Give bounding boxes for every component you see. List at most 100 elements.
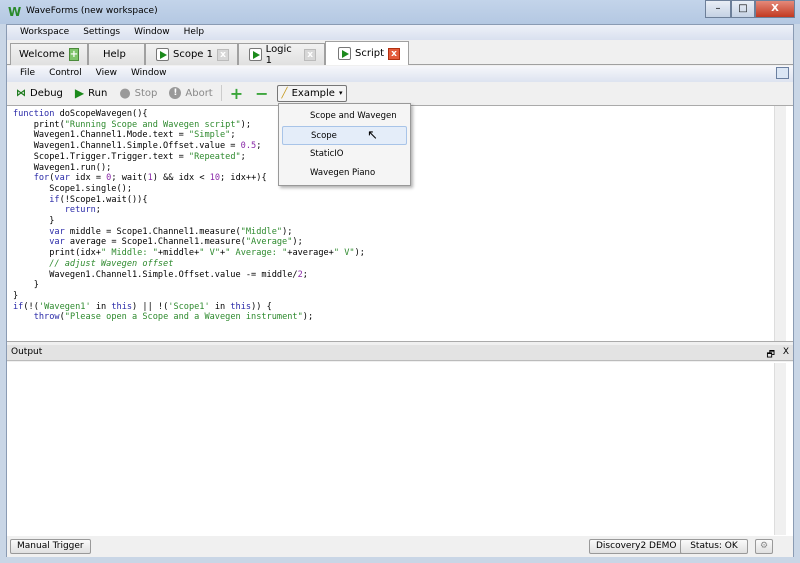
tab-help[interactable]: Help [88, 43, 145, 65]
menu-window[interactable]: Window [127, 25, 177, 40]
menu-workspace[interactable]: Workspace [13, 25, 76, 40]
example-item-wavegen-piano[interactable]: Wavegen Piano [282, 164, 407, 183]
example-item-scope[interactable]: Scope [282, 126, 407, 145]
code-token: " Average: " [225, 248, 288, 259]
code-token: Scope1.Trigger.Trigger.text = [13, 151, 189, 162]
code-token: ; wait( [111, 173, 148, 184]
editor-scrollbar[interactable] [774, 106, 786, 341]
code-token: "Repeated" [188, 151, 241, 162]
run-button[interactable]: ▶ Run [71, 86, 111, 100]
code-token: ); [302, 312, 314, 323]
code-token: this [230, 301, 252, 312]
debug-button[interactable]: ⋈ Debug [12, 88, 67, 99]
close-tab-icon[interactable]: x [304, 48, 316, 61]
code-token: ; [95, 205, 101, 216]
menu-control[interactable]: Control [42, 66, 89, 82]
code-token: return [64, 205, 96, 216]
script-toolbar: ⋈ Debug ▶ Run ● Stop ! Abort + − ╱ Example ▾ [7, 82, 793, 104]
play-icon [156, 48, 169, 61]
code-token: idx = [69, 173, 107, 184]
code-token: if [13, 301, 24, 312]
abort-button[interactable]: ! Abort [165, 87, 216, 99]
code-line: if(!('Wavegen1' in this ) || !('Scope1' i… [13, 302, 793, 313]
code-token: ); [240, 119, 252, 130]
close-panel-icon[interactable]: X [783, 347, 789, 357]
code-token: } [13, 290, 19, 301]
menu-view[interactable]: View [89, 66, 124, 82]
plus-icon[interactable]: + [68, 48, 80, 61]
code-token: "Running Scope and Wavegen script" [64, 119, 241, 130]
close-button[interactable]: X [755, 0, 795, 18]
code-token: "Middle" [240, 226, 283, 237]
menu-window[interactable]: Window [124, 66, 174, 82]
stop-button[interactable]: ● Stop [115, 86, 161, 101]
status-button[interactable]: Status: OK [680, 539, 748, 554]
code-token: ); [292, 237, 303, 248]
manual-trigger-button[interactable]: Manual Trigger [10, 539, 91, 554]
code-token: ); [282, 226, 293, 237]
code-token: 'Wavegen1' [38, 301, 91, 312]
code-line: } [13, 280, 793, 291]
status-bar: Manual Trigger Discovery2 DEMO Status: O… [7, 536, 793, 557]
example-label: Example [291, 87, 335, 99]
example-item-staticio[interactable]: StaticIO [282, 145, 407, 164]
output-console[interactable] [7, 362, 793, 536]
code-line: var middle = Scope1.Channel1.measure("Mi… [13, 227, 793, 238]
code-token: "Average" [245, 237, 293, 248]
play-icon [338, 47, 351, 60]
tab-welcome[interactable]: Welcome + [10, 43, 88, 65]
code-token: "Please open a Scope and a Wavegen instr… [64, 312, 303, 323]
code-token: 10 [209, 173, 221, 184]
restore-panel-icon[interactable] [776, 67, 789, 79]
code-token: } [13, 280, 39, 291]
title-bar: W WaveForms (new workspace) – □ X [0, 0, 800, 24]
code-line: print(idx+" Middle: "+middle+" V"+" Aver… [13, 248, 793, 259]
code-token: ) || !( [132, 301, 169, 312]
code-line: Wavegen1.Channel1.Simple.Offset.value -=… [13, 270, 793, 281]
menu-help[interactable]: Help [177, 25, 212, 40]
code-token: if [49, 194, 60, 205]
remove-button[interactable]: − [251, 84, 272, 103]
close-tab-icon[interactable]: x [217, 48, 229, 61]
code-token: ; [302, 269, 308, 280]
code-token: throw [33, 312, 60, 323]
menu-file[interactable]: File [13, 66, 42, 82]
code-token: print(idx+ [13, 248, 101, 259]
toolbar-separator [220, 85, 222, 101]
example-dropdown[interactable]: ╱ Example ▾ [276, 84, 348, 102]
tab-script[interactable]: Script x [325, 41, 409, 65]
tab-label: Help [103, 49, 126, 60]
device-button[interactable]: Discovery2 DEMO [589, 539, 684, 554]
code-token: " V" [333, 248, 355, 259]
example-item-scope-and-wavegen[interactable]: Scope and Wavegen [282, 107, 407, 126]
code-line: } [13, 291, 793, 302]
settings-gear-icon[interactable]: ⚙ [755, 539, 773, 554]
minimize-button[interactable]: – [705, 0, 731, 18]
code-token: +middle+ [157, 248, 200, 259]
output-scrollbar[interactable] [774, 363, 786, 535]
code-token: Wavegen1.Channel1.Simple.Offset.value = [13, 141, 241, 152]
tab-logic-1[interactable]: Logic 1 x [238, 43, 325, 66]
close-tab-icon[interactable]: x [388, 47, 400, 60]
code-token: } [13, 216, 55, 227]
code-token: in [90, 301, 112, 312]
code-line: var average = Scope1.Channel1.measure("A… [13, 237, 793, 248]
code-token: middle = Scope1.Channel1.measure( [64, 226, 241, 237]
float-panel-icon[interactable]: 🗗 [767, 347, 775, 363]
code-token: in [209, 301, 231, 312]
maximize-button[interactable]: □ [731, 0, 755, 18]
code-token: (!( [23, 301, 39, 312]
code-token: function [13, 109, 55, 119]
menu-settings[interactable]: Settings [76, 25, 127, 40]
code-token: ) && idx < [152, 173, 210, 184]
tab-scope-1[interactable]: Scope 1x [145, 43, 238, 65]
stop-label: Stop [134, 87, 158, 99]
tab-label: Script [354, 48, 384, 59]
add-button[interactable]: + [226, 84, 247, 103]
code-token: 'Scope1' [168, 301, 210, 312]
main-window: Workspace Settings Window Help Welcome + … [6, 24, 794, 557]
tab-bar: Welcome + Help Scope 1x Logic 1x Script x [7, 41, 793, 66]
